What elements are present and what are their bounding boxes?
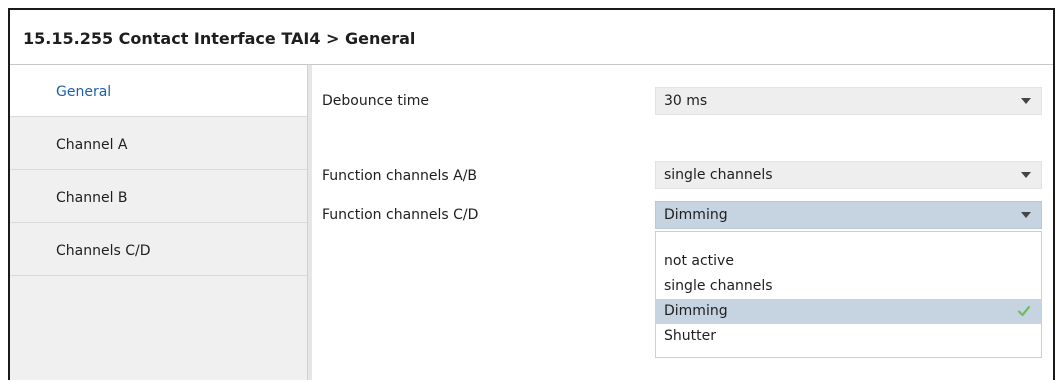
dropdown-option-not-active[interactable]: not active	[656, 249, 1041, 274]
sidebar-item-channel-b[interactable]: Channel B	[10, 171, 307, 223]
sidebar: General Channel A Channel B Channels C/D	[10, 65, 310, 380]
option-label: Dimming	[664, 303, 728, 319]
title-bar: 15.15.255 Contact Interface TAI4 > Gener…	[10, 10, 1053, 65]
option-label: not active	[664, 253, 734, 269]
sidebar-item-label: General	[56, 84, 112, 100]
function-channels-cd-dropdown: not active single channels Dimming Shutt…	[655, 231, 1042, 358]
chevron-down-icon	[1021, 98, 1031, 104]
debounce-time-value: 30 ms	[664, 93, 708, 109]
dropdown-option-shutter[interactable]: Shutter	[656, 324, 1041, 349]
debounce-time-label: Debounce time	[322, 93, 429, 109]
option-label: single channels	[664, 278, 773, 294]
window-title: 15.15.255 Contact Interface TAI4 > Gener…	[23, 29, 416, 48]
chevron-down-icon	[1021, 212, 1031, 218]
sidebar-item-label: Channel B	[56, 190, 128, 206]
sidebar-item-general[interactable]: General	[10, 65, 310, 117]
sidebar-item-channel-a[interactable]: Channel A	[10, 118, 307, 170]
function-channels-cd-value: Dimming	[664, 207, 728, 223]
function-channels-ab-select[interactable]: single channels	[655, 161, 1042, 189]
check-icon	[1017, 305, 1031, 317]
sidebar-item-channels-cd[interactable]: Channels C/D	[10, 224, 307, 276]
function-channels-cd-label: Function channels C/D	[322, 207, 479, 223]
sidebar-item-label: Channels C/D	[56, 243, 151, 259]
function-channels-ab-value: single channels	[664, 167, 773, 183]
function-channels-cd-select[interactable]: Dimming	[655, 201, 1042, 229]
option-label: Shutter	[664, 328, 716, 344]
dropdown-option-single-channels[interactable]: single channels	[656, 274, 1041, 299]
window: 15.15.255 Contact Interface TAI4 > Gener…	[8, 8, 1055, 380]
sidebar-item-label: Channel A	[56, 137, 128, 153]
chevron-down-icon	[1021, 172, 1031, 178]
debounce-time-select[interactable]: 30 ms	[655, 87, 1042, 115]
dropdown-option-dimming[interactable]: Dimming	[656, 299, 1041, 324]
sidebar-divider[interactable]	[307, 65, 312, 380]
function-channels-ab-label: Function channels A/B	[322, 168, 478, 184]
